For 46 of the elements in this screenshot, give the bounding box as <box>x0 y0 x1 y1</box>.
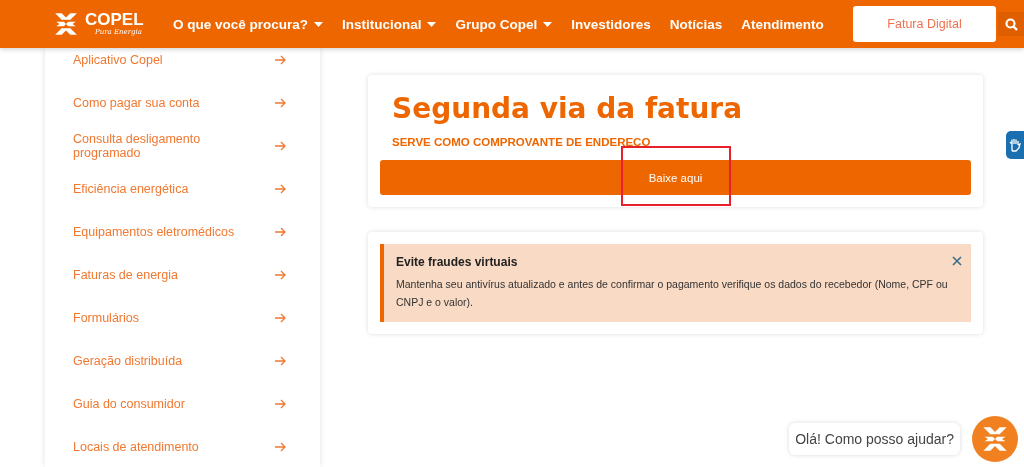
chat-greeting: Olá! Como posso ajudar? <box>789 423 960 455</box>
sidebar-item[interactable]: Como pagar sua conta <box>45 81 320 124</box>
close-icon <box>952 256 962 266</box>
alert-title: Evite fraudes virtuais <box>396 255 518 269</box>
sidebar-item[interactable]: Locais de atendimento <box>45 425 320 467</box>
arrow-icon <box>275 183 286 194</box>
chat-button[interactable] <box>972 416 1018 462</box>
sidebar-item[interactable]: Equipamentos eletromédicos <box>45 210 320 253</box>
sidebar-item[interactable]: Faturas de energia <box>45 253 320 296</box>
nav-link[interactable]: Grupo Copel <box>455 16 553 32</box>
arrow-icon <box>275 226 286 237</box>
sidebar-item[interactable]: Consulta desligamento programado <box>45 124 320 167</box>
close-button[interactable] <box>951 254 963 266</box>
nav-link[interactable]: Atendimento <box>741 16 824 32</box>
arrow-icon <box>275 97 286 108</box>
arrow-icon <box>275 54 286 65</box>
hand-icon <box>1009 138 1021 152</box>
fatura-digital-button[interactable]: Fatura Digital <box>852 6 997 42</box>
caret-icon <box>427 21 437 27</box>
sidebar-item[interactable]: Formulários <box>45 296 320 339</box>
logo-icon <box>53 11 79 37</box>
card-subtitle: SERVE COMO COMPROVANTE DE ENDEREÇO <box>392 136 652 148</box>
arrow-icon <box>275 398 286 409</box>
sidebar-item[interactable]: Guia do consumidor <box>45 382 320 425</box>
accessibility-button[interactable] <box>1006 131 1024 159</box>
caret-icon <box>313 21 323 27</box>
sidebar-item[interactable]: Eficiência energética <box>45 167 320 210</box>
search-icon <box>1004 17 1018 31</box>
arrow-icon <box>275 441 286 452</box>
nav-link[interactable]: O que você procura? <box>172 16 323 32</box>
sidebar-item[interactable]: Geração distribuída <box>45 339 320 382</box>
download-button[interactable]: Baixe aqui <box>380 160 971 195</box>
alert-message: Mantenha seu antivírus atualizado e antes de confirmar o pagamento verifique os dados do recebedor (Nome, CPF ou CNPJ e o valor). <box>396 277 949 310</box>
nav-link[interactable]: Notícias <box>669 16 723 32</box>
chat-logo-icon <box>981 425 1009 453</box>
sidebar-item[interactable]: Aplicativo Copel <box>45 48 320 81</box>
arrow-icon <box>275 355 286 366</box>
nav-link[interactable]: Investidores <box>571 16 651 32</box>
arrow-icon <box>275 312 286 323</box>
arrow-icon <box>275 269 286 280</box>
card-title: Segunda via da fatura <box>392 91 744 127</box>
caret-icon <box>543 21 553 27</box>
logo-text: COPEL <box>85 11 144 28</box>
search-button[interactable] <box>998 12 1024 36</box>
arrow-icon <box>275 140 286 151</box>
nav-link[interactable]: Institucional <box>341 16 437 32</box>
